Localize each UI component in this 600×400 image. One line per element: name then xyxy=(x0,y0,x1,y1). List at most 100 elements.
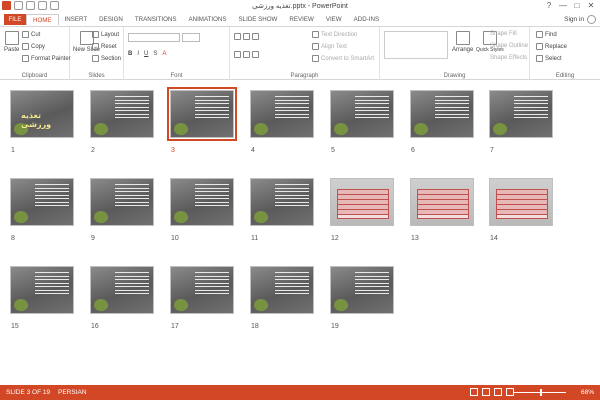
normal-view-icon[interactable] xyxy=(470,388,478,396)
slide-thumbnail-10[interactable] xyxy=(170,178,234,226)
language-indicator[interactable]: PERSIAN xyxy=(58,389,87,396)
shape-fill-button[interactable]: Shape Fill xyxy=(490,31,517,37)
strikethrough-icon[interactable]: S xyxy=(153,51,157,57)
slide-number-13: 13 xyxy=(411,235,419,242)
slide-thumbnail-1[interactable]: تغذیه ورزشی xyxy=(10,90,74,138)
editing-label: Editing xyxy=(555,73,575,79)
slide-thumbnail-4[interactable] xyxy=(250,90,314,138)
slides-group: New Slide Layout Reset Section Slides xyxy=(70,27,124,80)
slide-fruit-graphic xyxy=(174,211,188,223)
tab-review[interactable]: REVIEW xyxy=(283,14,319,25)
tab-design[interactable]: DESIGN xyxy=(93,14,129,25)
slide-thumbnail-15[interactable] xyxy=(10,266,74,314)
align-right-icon[interactable] xyxy=(252,51,259,58)
slide-thumbnail-19[interactable] xyxy=(330,266,394,314)
slide-text-lines xyxy=(115,272,149,297)
reading-view-icon[interactable] xyxy=(494,388,502,396)
minimize-button[interactable]: — xyxy=(556,0,570,11)
slide-thumbnail-9[interactable] xyxy=(90,178,154,226)
slide-table-graphic xyxy=(337,189,389,219)
slide-thumbnail-2[interactable] xyxy=(90,90,154,138)
shapes-gallery[interactable] xyxy=(384,31,448,59)
slide-number-9: 9 xyxy=(91,235,95,242)
clipboard-group: Paste Cut Copy Format Painter Clipboard xyxy=(0,27,71,80)
tab-file[interactable]: FILE xyxy=(4,14,26,25)
slide-fruit-graphic xyxy=(334,299,348,311)
slide-text-lines xyxy=(35,272,69,297)
tab-home[interactable]: HOME xyxy=(26,14,59,25)
slide-number-1: 1 xyxy=(11,147,15,154)
paste-button[interactable]: Paste xyxy=(4,31,19,53)
slide-number-14: 14 xyxy=(490,235,498,242)
underline-icon[interactable]: U xyxy=(144,51,148,57)
slide-thumbnail-11[interactable] xyxy=(250,178,314,226)
slide-text-lines xyxy=(514,96,548,121)
slide-number-15: 15 xyxy=(11,323,19,330)
bold-icon[interactable]: B xyxy=(128,51,132,57)
tab-view[interactable]: VIEW xyxy=(320,14,348,25)
indent-icon[interactable] xyxy=(252,33,259,40)
slide-thumbnail-12[interactable] xyxy=(330,178,394,226)
avatar[interactable] xyxy=(587,15,596,24)
font-color-icon[interactable]: A xyxy=(162,51,166,57)
arrange-button[interactable]: Arrange xyxy=(452,31,473,53)
select-button[interactable]: Select xyxy=(536,55,562,62)
close-button[interactable]: ✕ xyxy=(584,0,598,11)
zoom-slider-thumb[interactable] xyxy=(540,389,542,396)
slide-text-lines xyxy=(115,96,149,121)
font-name-input[interactable] xyxy=(128,33,180,42)
reset-button[interactable]: Reset xyxy=(92,43,117,50)
bullets-icon[interactable] xyxy=(234,33,241,40)
tab-insert[interactable]: INSERT xyxy=(59,14,94,25)
slide-fruit-graphic xyxy=(254,299,268,311)
help-icon[interactable]: ? xyxy=(542,0,556,11)
tab-add-ins[interactable]: ADD-INS xyxy=(348,14,385,25)
cut-button[interactable]: Cut xyxy=(22,31,40,38)
slide-thumbnail-3[interactable] xyxy=(167,87,237,141)
slide-thumbnail-13[interactable] xyxy=(410,178,474,226)
zoom-level[interactable]: 68% xyxy=(581,389,594,396)
text-direction-button[interactable]: Text Direction xyxy=(312,31,357,38)
slide-number-18: 18 xyxy=(251,323,259,330)
align-text-button[interactable]: Align Text xyxy=(312,43,347,50)
paste-icon xyxy=(4,31,19,45)
layout-icon xyxy=(92,31,99,38)
shape-outline-button[interactable]: Shape Outline xyxy=(490,43,528,49)
slide-fruit-graphic xyxy=(94,211,108,223)
drawing-label: Drawing xyxy=(443,73,466,79)
text-direction-icon xyxy=(312,31,319,38)
slide-thumbnail-18[interactable] xyxy=(250,266,314,314)
tab-animations[interactable]: ANIMATIONS xyxy=(182,14,232,25)
slideshow-view-icon[interactable] xyxy=(506,388,514,396)
tab-slide-show[interactable]: SLIDE SHOW xyxy=(233,14,284,25)
slide-thumbnail-17[interactable] xyxy=(170,266,234,314)
sorter-view-icon[interactable] xyxy=(482,388,490,396)
slide-thumbnail-7[interactable] xyxy=(489,90,553,138)
slide-thumbnail-6[interactable] xyxy=(410,90,474,138)
numbering-icon[interactable] xyxy=(243,33,250,40)
slide-thumbnail-8[interactable] xyxy=(10,178,74,226)
slide-thumbnail-16[interactable] xyxy=(90,266,154,314)
layout-button[interactable]: Layout xyxy=(92,31,119,38)
sign-in-link[interactable]: Sign in xyxy=(564,16,584,23)
section-button[interactable]: Section xyxy=(92,55,121,62)
convert-smartart-button[interactable]: Convert to SmartArt xyxy=(312,55,374,62)
format-painter-button[interactable]: Format Painter xyxy=(22,55,71,62)
slide-thumbnail-14[interactable] xyxy=(489,178,553,226)
align-left-icon[interactable] xyxy=(234,51,241,58)
replace-button[interactable]: Replace xyxy=(536,43,567,50)
slide-thumbnail-5[interactable] xyxy=(330,90,394,138)
shape-effects-button[interactable]: Shape Effects xyxy=(490,55,527,61)
copy-button[interactable]: Copy xyxy=(22,43,45,50)
font-size-input[interactable] xyxy=(182,33,200,42)
maximize-button[interactable]: □ xyxy=(570,0,584,11)
tab-transitions[interactable]: TRANSITIONS xyxy=(129,14,183,25)
slide-number-2: 2 xyxy=(91,147,95,154)
slide-fruit-graphic xyxy=(94,123,108,135)
align-center-icon[interactable] xyxy=(243,51,250,58)
italic-icon[interactable]: I xyxy=(137,51,139,57)
slide-fruit-graphic xyxy=(174,299,188,311)
find-button[interactable]: Find xyxy=(536,31,557,38)
font-label: Font xyxy=(170,73,183,79)
slide-fruit-graphic xyxy=(254,123,268,135)
